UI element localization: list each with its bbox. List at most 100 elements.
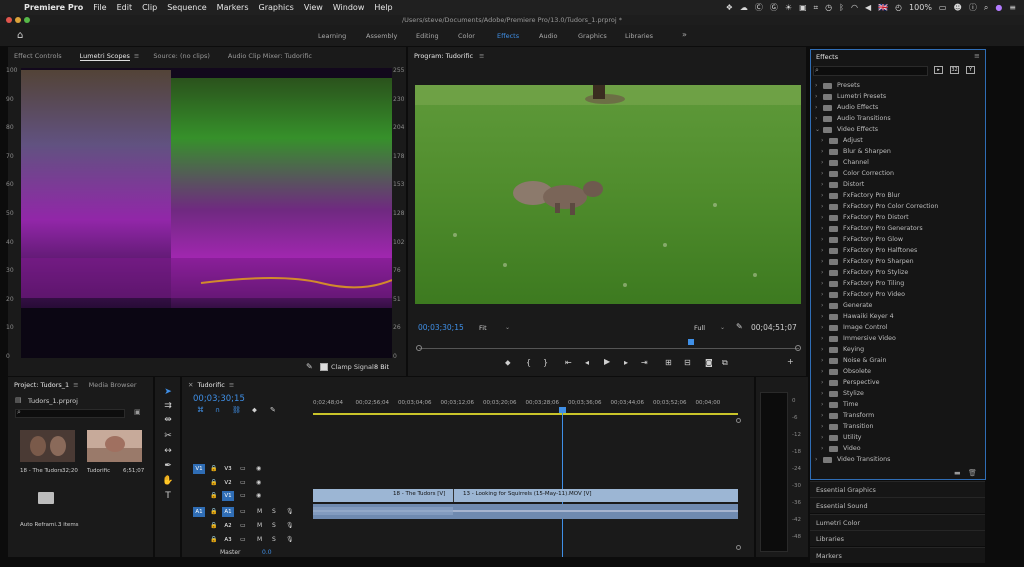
workspace-effects[interactable]: Effects xyxy=(497,32,519,40)
menu-markers[interactable]: Markers xyxy=(212,3,254,12)
delete-icon[interactable]: 🗑 xyxy=(968,469,977,477)
chevron-right-icon[interactable]: › xyxy=(821,346,829,353)
grammarly-icon[interactable]: Ⓖ xyxy=(770,2,778,13)
panel-markers[interactable]: Markers xyxy=(810,547,985,563)
menu-file[interactable]: File xyxy=(88,3,111,12)
project-search-input[interactable] xyxy=(15,409,125,418)
panel-essential-graphics[interactable]: Essential Graphics xyxy=(810,481,985,497)
effects-tree-item[interactable]: › FxFactory Pro Tiling xyxy=(821,278,904,289)
track-target-V1[interactable]: V1 xyxy=(222,491,234,501)
lock-icon[interactable]: 🔒 xyxy=(210,465,217,472)
overwrite-icon[interactable]: ⊟ xyxy=(684,358,691,367)
new-bin-icon[interactable]: ▣ xyxy=(134,408,141,416)
chevron-right-icon[interactable]: › xyxy=(821,137,829,144)
zoom-window-icon[interactable] xyxy=(24,17,30,23)
chevron-right-icon[interactable]: › xyxy=(815,82,823,89)
clamp-signal-checkbox[interactable] xyxy=(320,363,328,371)
effects-tree-item[interactable]: › Audio Transitions xyxy=(815,113,891,124)
step-back-icon[interactable]: ◂ xyxy=(585,358,589,367)
effects-tree-item[interactable]: › Noise & Grain xyxy=(821,355,886,366)
tab-program[interactable]: Program: Tudorific xyxy=(414,52,473,60)
chevron-right-icon[interactable]: › xyxy=(821,148,829,155)
chevron-right-icon[interactable]: › xyxy=(815,93,823,100)
chevron-right-icon[interactable]: › xyxy=(821,302,829,309)
menu-icon[interactable]: ≡ xyxy=(229,381,234,389)
battery-percent[interactable]: 100% xyxy=(909,3,932,12)
source-patch-a1[interactable]: A1 xyxy=(193,507,205,517)
mute-button[interactable]: M xyxy=(257,536,262,543)
effects-tree-item[interactable]: › Stylize xyxy=(821,388,864,399)
flag-icon[interactable]: 🇬🇧 xyxy=(878,3,888,12)
effects-tree-item[interactable]: › Obsolete xyxy=(821,366,871,377)
bit-depth-dropdown[interactable]: 8 Bit xyxy=(374,363,389,371)
wifi-icon[interactable]: ◠ xyxy=(851,3,858,12)
home-icon[interactable]: ⌂ xyxy=(17,30,23,41)
effects-tree-item[interactable]: › Image Control xyxy=(821,322,887,333)
notification-icon[interactable]: ≡ xyxy=(1009,3,1016,12)
effects-tree-item[interactable]: › Transform xyxy=(821,410,874,421)
linked-selection-icon[interactable]: ⛓ xyxy=(232,406,241,414)
pen-tool-icon[interactable]: ✒ xyxy=(162,460,174,472)
chevron-right-icon[interactable]: › xyxy=(821,445,829,452)
solo-button[interactable]: S xyxy=(272,508,276,515)
effects-tree-item[interactable]: › Generate xyxy=(821,300,872,311)
user-icon[interactable]: ☻ xyxy=(953,3,961,12)
menu-help[interactable]: Help xyxy=(369,3,397,12)
marker-icon[interactable]: ⬥ xyxy=(252,406,257,415)
effects-tree-item[interactable]: › Transition xyxy=(821,421,873,432)
menu-icon[interactable]: ≡ xyxy=(479,52,484,60)
menu-icon[interactable]: ≡ xyxy=(134,52,139,60)
effects-tree-item[interactable]: › FxFactory Pro Stylize xyxy=(821,267,908,278)
chevron-right-icon[interactable]: › xyxy=(815,104,823,111)
sync-lock-icon[interactable]: ▭ xyxy=(240,465,246,472)
program-timecode-in[interactable]: 00;03;30;15 xyxy=(418,323,464,332)
playhead-marker[interactable] xyxy=(688,339,694,345)
workspace-color[interactable]: Color xyxy=(458,32,475,40)
workspace-graphics[interactable]: Graphics xyxy=(578,32,607,40)
siri-icon[interactable]: ● xyxy=(995,3,1002,12)
nest-icon[interactable]: ⌘ xyxy=(197,406,204,414)
track-target-A3[interactable]: A3 xyxy=(222,535,234,545)
microphone-icon[interactable]: 🎙 xyxy=(286,536,294,543)
effects-tree-item[interactable]: › FxFactory Pro Distort xyxy=(821,212,909,223)
mute-button[interactable]: M xyxy=(257,522,262,529)
effects-tree-item[interactable]: › Utility xyxy=(821,432,862,443)
microphone-icon[interactable]: 🎙 xyxy=(286,522,294,529)
track-target-V3[interactable]: V3 xyxy=(222,464,234,474)
workspace-libraries[interactable]: Libraries xyxy=(625,32,653,40)
chevron-right-icon[interactable]: › xyxy=(821,214,829,221)
effects-tree-item[interactable]: ⌄ Video Effects xyxy=(815,124,878,135)
effects-tree-item[interactable]: › Video xyxy=(821,443,861,454)
chevron-right-icon[interactable]: › xyxy=(815,115,823,122)
clock-icon[interactable]: ◴ xyxy=(895,3,902,12)
workspace-audio[interactable]: Audio xyxy=(539,32,557,40)
panel-libraries[interactable]: Libraries xyxy=(810,530,985,546)
chevron-right-icon[interactable]: › xyxy=(821,236,829,243)
snap-icon[interactable]: ∩ xyxy=(215,406,220,414)
workspace-assembly[interactable]: Assembly xyxy=(366,32,397,40)
scrub-end-handle[interactable] xyxy=(795,345,801,351)
chevron-right-icon[interactable]: › xyxy=(821,181,829,188)
effects-tree-item[interactable]: › Video Transitions xyxy=(815,454,890,465)
effects-tree-item[interactable]: › Time xyxy=(821,399,858,410)
yuv-effects-icon[interactable]: Y xyxy=(966,66,975,74)
timeline-settings-icon[interactable]: ✎ xyxy=(270,406,276,414)
menu-sequence[interactable]: Sequence xyxy=(162,3,211,12)
mute-button[interactable]: M xyxy=(257,508,262,515)
chevron-right-icon[interactable]: › xyxy=(821,379,829,386)
bluetooth-icon[interactable]: ᛒ xyxy=(839,3,844,12)
effects-tree-item[interactable]: › Lumetri Presets xyxy=(815,91,886,102)
sync-lock-icon[interactable]: ▭ xyxy=(240,522,246,529)
volume-icon[interactable]: ◀ xyxy=(865,3,871,12)
effects-tree-item[interactable]: › FxFactory Pro Color Correction xyxy=(821,201,938,212)
brightness-icon[interactable]: ☀ xyxy=(785,3,792,12)
menu-graphics[interactable]: Graphics xyxy=(254,3,299,12)
work-area-bar[interactable] xyxy=(313,413,738,415)
crop-icon[interactable]: ⌗ xyxy=(814,3,819,13)
scroll-top-handle[interactable] xyxy=(736,418,741,423)
effects-search-input[interactable] xyxy=(813,66,928,76)
menu-edit[interactable]: Edit xyxy=(112,3,138,12)
chevron-right-icon[interactable]: › xyxy=(821,280,829,287)
effects-tree-item[interactable]: › Perspective xyxy=(821,377,879,388)
insert-icon[interactable]: ⊞ xyxy=(665,358,672,367)
